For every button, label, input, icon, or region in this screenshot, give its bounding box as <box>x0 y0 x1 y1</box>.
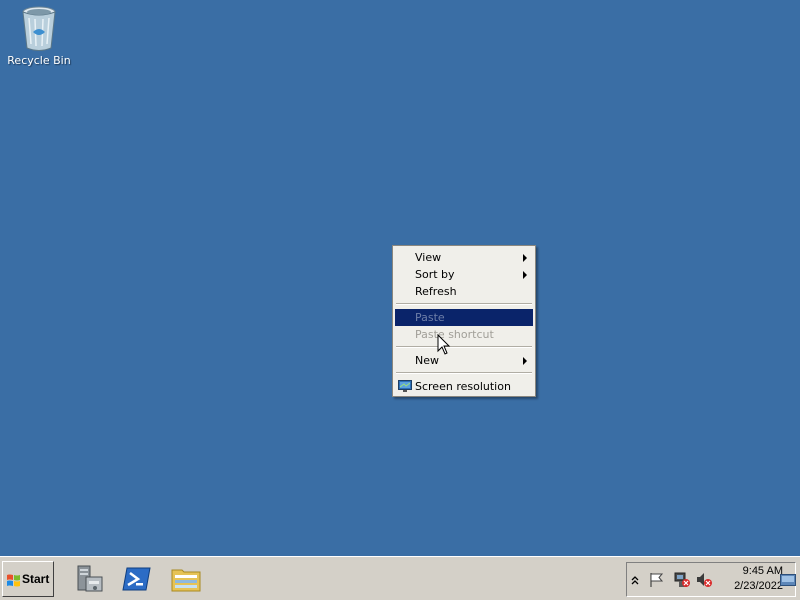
notification-area: 9:45 AM 2/23/2022 <box>626 562 796 597</box>
clock-date[interactable]: 2/23/2022 <box>719 580 783 592</box>
menu-item-paste-label: Paste <box>415 311 445 324</box>
menu-item-paste[interactable]: Paste <box>395 309 533 326</box>
recycle-bin-icon <box>22 6 56 51</box>
mouse-cursor-icon <box>437 334 451 355</box>
menu-item-screen-resolution-label: Screen resolution <box>415 380 511 393</box>
menu-item-paste-shortcut-label: Paste shortcut <box>415 328 494 341</box>
file-explorer-icon[interactable] <box>170 563 202 595</box>
monitor-icon <box>398 380 412 392</box>
menu-item-new[interactable]: New <box>395 352 533 369</box>
action-center-flag-icon[interactable] <box>649 572 665 588</box>
show-desktop-icon[interactable] <box>780 574 796 586</box>
show-hidden-icons-icon[interactable] <box>631 575 639 585</box>
submenu-arrow-icon <box>523 271 527 279</box>
desktop[interactable]: Recycle Bin View Sort by Refresh Paste P… <box>0 0 800 556</box>
network-icon[interactable] <box>673 571 691 589</box>
volume-muted-icon[interactable] <box>695 571 713 589</box>
menu-item-refresh[interactable]: Refresh <box>395 283 533 300</box>
server-manager-icon[interactable] <box>72 563 104 595</box>
powershell-icon[interactable] <box>121 563 153 595</box>
menu-separator <box>396 372 532 374</box>
menu-item-sort-by[interactable]: Sort by <box>395 266 533 283</box>
menu-separator <box>396 346 532 348</box>
menu-item-view-label: View <box>415 251 442 264</box>
recycle-bin[interactable]: Recycle Bin <box>6 4 72 74</box>
menu-item-new-label: New <box>415 354 439 367</box>
submenu-arrow-icon <box>523 254 527 262</box>
menu-item-refresh-label: Refresh <box>415 285 457 298</box>
menu-item-paste-shortcut[interactable]: Paste shortcut <box>395 326 533 343</box>
start-label: Start <box>22 572 50 586</box>
recycle-bin-label: Recycle Bin <box>7 54 71 67</box>
context-menu: View Sort by Refresh Paste Paste shortcu… <box>392 245 536 397</box>
menu-separator <box>396 303 532 305</box>
windows-logo-icon <box>7 574 20 587</box>
menu-item-screen-resolution[interactable]: Screen resolution <box>395 378 533 395</box>
submenu-arrow-icon <box>523 357 527 365</box>
start-button[interactable]: Start <box>2 561 54 597</box>
menu-item-view[interactable]: View <box>395 249 533 266</box>
clock-time[interactable]: 9:45 AM <box>723 565 783 577</box>
taskbar: Start 9:45 AM 2/23/2022 <box>0 556 800 600</box>
menu-item-sort-by-label: Sort by <box>415 268 455 281</box>
